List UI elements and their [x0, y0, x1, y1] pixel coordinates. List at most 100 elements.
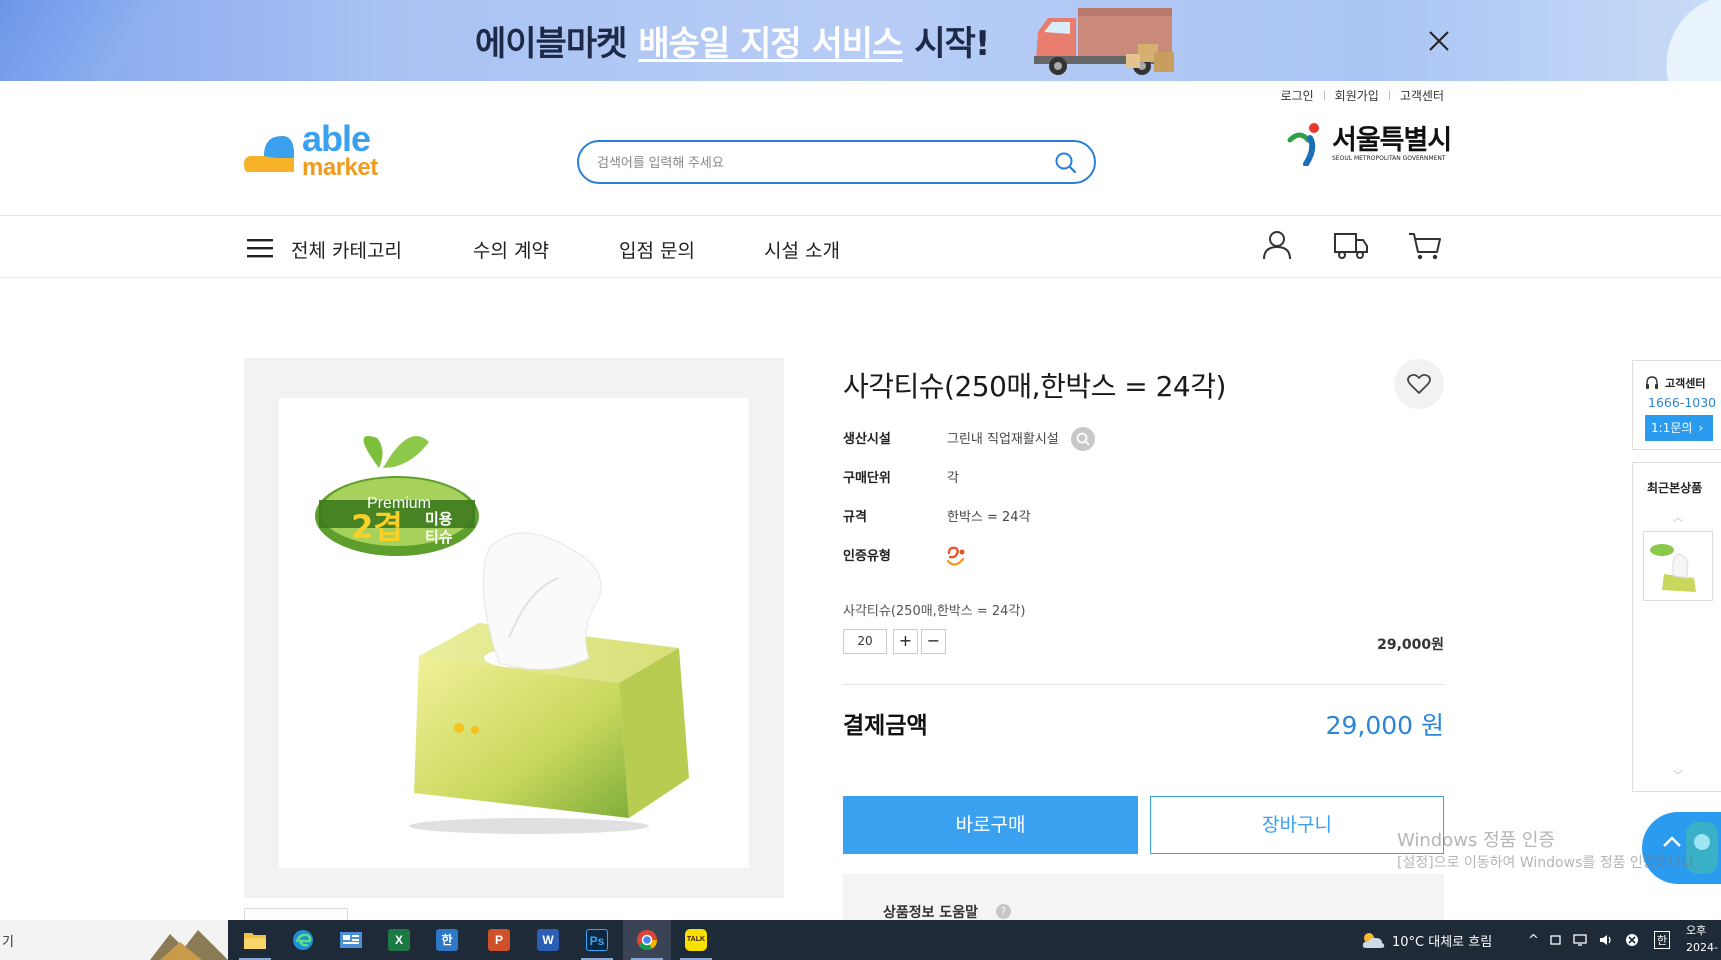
taskbar-powerpoint-icon[interactable]: P [475, 920, 523, 960]
arrow-up-icon [1663, 822, 1718, 874]
notification-status-icon[interactable] [1625, 933, 1639, 947]
menu-icon[interactable] [247, 238, 273, 258]
banner-text-pre: 에이블마켓 [475, 24, 627, 64]
close-icon[interactable] [1425, 27, 1453, 55]
chevron-up-icon[interactable]: ︿ [1673, 509, 1683, 524]
weather-text: 10°C 대체로 흐림 [1392, 934, 1493, 950]
weather-widget[interactable]: 10°C 대체로 흐림 [1360, 920, 1492, 960]
activation-watermark-title: Windows 정품 인증 [1397, 830, 1556, 851]
search-highlight-art [150, 930, 228, 960]
chevron-up-icon[interactable]: ^ [1528, 933, 1539, 948]
product-image-panel: Premium 2겹 미용 티슈 [244, 358, 784, 898]
quantity-input[interactable]: 20 [843, 629, 887, 654]
user-icon[interactable] [1259, 228, 1295, 262]
recent-thumb-image [1650, 544, 1696, 592]
certification-icon [946, 546, 965, 566]
recent-product-thumb[interactable] [1643, 531, 1713, 601]
taskbar-clock[interactable]: 오후 2024- [1686, 922, 1718, 956]
help-question-icon[interactable]: ? [996, 904, 1011, 919]
product-help-box: 상품정보 도움말 ? [843, 874, 1444, 921]
tissue-box-image: Premium 2겹 미용 티슈 [315, 435, 689, 834]
able-market-logo[interactable]: able market [244, 118, 386, 182]
taskbar-kakaotalk-icon[interactable]: TALK [672, 920, 720, 960]
seoul-subtitle: SEOUL METROPOLITAN GOVERNMENT [1332, 154, 1446, 162]
search-bar [577, 140, 1096, 184]
banner-text-highlight: 배송일 지정 서비스 [638, 24, 903, 64]
banner-text: 에이블마켓 배송일 지정 서비스 시작! [475, 16, 990, 65]
product-title: 사각티슈(250매,한박스 = 24각) [843, 370, 1226, 403]
taskbar-file-explorer-icon[interactable] [231, 920, 279, 960]
clock-line1: 오후 [1686, 924, 1707, 937]
badge-sub1-text: 미용 [425, 510, 453, 528]
facility-link[interactable]: 그린내 직업재활시설 [947, 428, 1059, 447]
one-to-one-inquiry-button[interactable]: 1:1문의 › [1645, 415, 1713, 441]
side-cs-title-text: 고객센터 [1665, 377, 1706, 390]
quantity-minus-button[interactable]: − [921, 629, 946, 654]
wishlist-button[interactable] [1394, 359, 1444, 409]
info-value: 각 [947, 471, 959, 486]
nav-facility-intro[interactable]: 시설 소개 [764, 236, 840, 263]
option-price: 29,000원 [1377, 637, 1444, 653]
buy-now-button[interactable]: 바로구매 [843, 796, 1138, 854]
total-price: 29,000 원 [1325, 711, 1444, 740]
cart-icon[interactable] [1407, 228, 1443, 262]
info-key: 생산시설 [843, 432, 891, 447]
info-key: 인증유형 [843, 549, 891, 564]
side-customer-center: 고객센터 1666-1030 1:1문의 › [1632, 360, 1721, 450]
chevron-down-icon[interactable]: ﹀ [1673, 767, 1683, 782]
facility-search-icon[interactable] [1071, 427, 1095, 451]
search-input[interactable] [597, 151, 1027, 173]
divider [1323, 91, 1325, 100]
seoul-logo[interactable]: 서울특별시 SEOUL METROPOLITAN GOVERNMENT [1286, 122, 1452, 166]
nav-store-inquiry[interactable]: 입점 문의 [619, 236, 695, 263]
customer-center-link[interactable]: 고객센터 [1400, 87, 1444, 104]
activation-watermark-text: [설정]으로 이동하여 Windows를 정품 인증합니다. [1397, 855, 1699, 871]
taskbar-chrome-icon[interactable] [623, 920, 671, 960]
signup-link[interactable]: 회원가입 [1335, 87, 1379, 104]
divider [1388, 91, 1390, 100]
total-label: 결제금액 [843, 713, 928, 739]
info-key: 규격 [843, 510, 867, 525]
nav-all-categories[interactable]: 전체 카테고리 [291, 236, 402, 263]
inquiry-label: 1:1문의 [1651, 421, 1693, 435]
chevron-right-icon: › [1698, 421, 1704, 435]
floating-top-button[interactable] [1642, 812, 1721, 884]
seoul-name: 서울특별시 [1332, 124, 1452, 156]
volume-icon[interactable] [1599, 933, 1615, 947]
delivery-icon[interactable] [1333, 228, 1369, 262]
login-link[interactable]: 로그인 [1281, 87, 1314, 104]
ime-indicator[interactable]: 한 [1654, 920, 1671, 960]
quantity-plus-button[interactable]: + [893, 629, 918, 654]
search-icon[interactable] [1054, 151, 1078, 175]
info-value: 한박스 = 24각 [947, 510, 1031, 525]
side-recent-products: 최근본상품 ︿ ﹀ [1632, 462, 1721, 792]
excel-icon: X [388, 929, 410, 951]
taskbar-photo-viewer-icon[interactable] [327, 920, 375, 960]
banner-decor-right [1561, 0, 1721, 81]
taskbar-excel-icon[interactable]: X [375, 920, 423, 960]
badge-sub2-text: 티슈 [425, 528, 453, 546]
promo-banner[interactable]: 에이블마켓 배송일 지정 서비스 시작! [0, 0, 1721, 81]
info-key: 구매단위 [843, 471, 891, 486]
side-cs-title: 고객센터 [1645, 375, 1705, 391]
nav-private-contract[interactable]: 수의 계약 [473, 236, 549, 263]
recent-title: 최근본상품 [1647, 481, 1703, 495]
seoul-symbol-icon [1287, 123, 1319, 166]
system-tray: ^ [1528, 920, 1639, 960]
badge-main-text: 2겹 [351, 508, 403, 546]
taskbar-photoshop-icon[interactable]: Ps [573, 920, 621, 960]
meet-now-icon[interactable] [1549, 933, 1563, 947]
network-icon[interactable] [1573, 933, 1589, 947]
taskbar-search[interactable]: 기 [0, 920, 228, 960]
util-links: 로그인 회원가입 고객센터 [1281, 87, 1444, 104]
banner-decor-left [0, 0, 300, 81]
headset-icon [1646, 376, 1658, 389]
taskbar-search-text: 기 [2, 935, 14, 950]
taskbar-hangul-icon[interactable]: 한 [423, 920, 471, 960]
divider [843, 684, 1444, 685]
delivery-truck-icon [1034, 8, 1174, 75]
taskbar-edge-icon[interactable] [279, 920, 327, 960]
thumbnail-item[interactable] [244, 908, 348, 920]
product-image[interactable]: Premium 2겹 미용 티슈 [279, 398, 749, 868]
taskbar-word-icon[interactable]: W [524, 920, 572, 960]
